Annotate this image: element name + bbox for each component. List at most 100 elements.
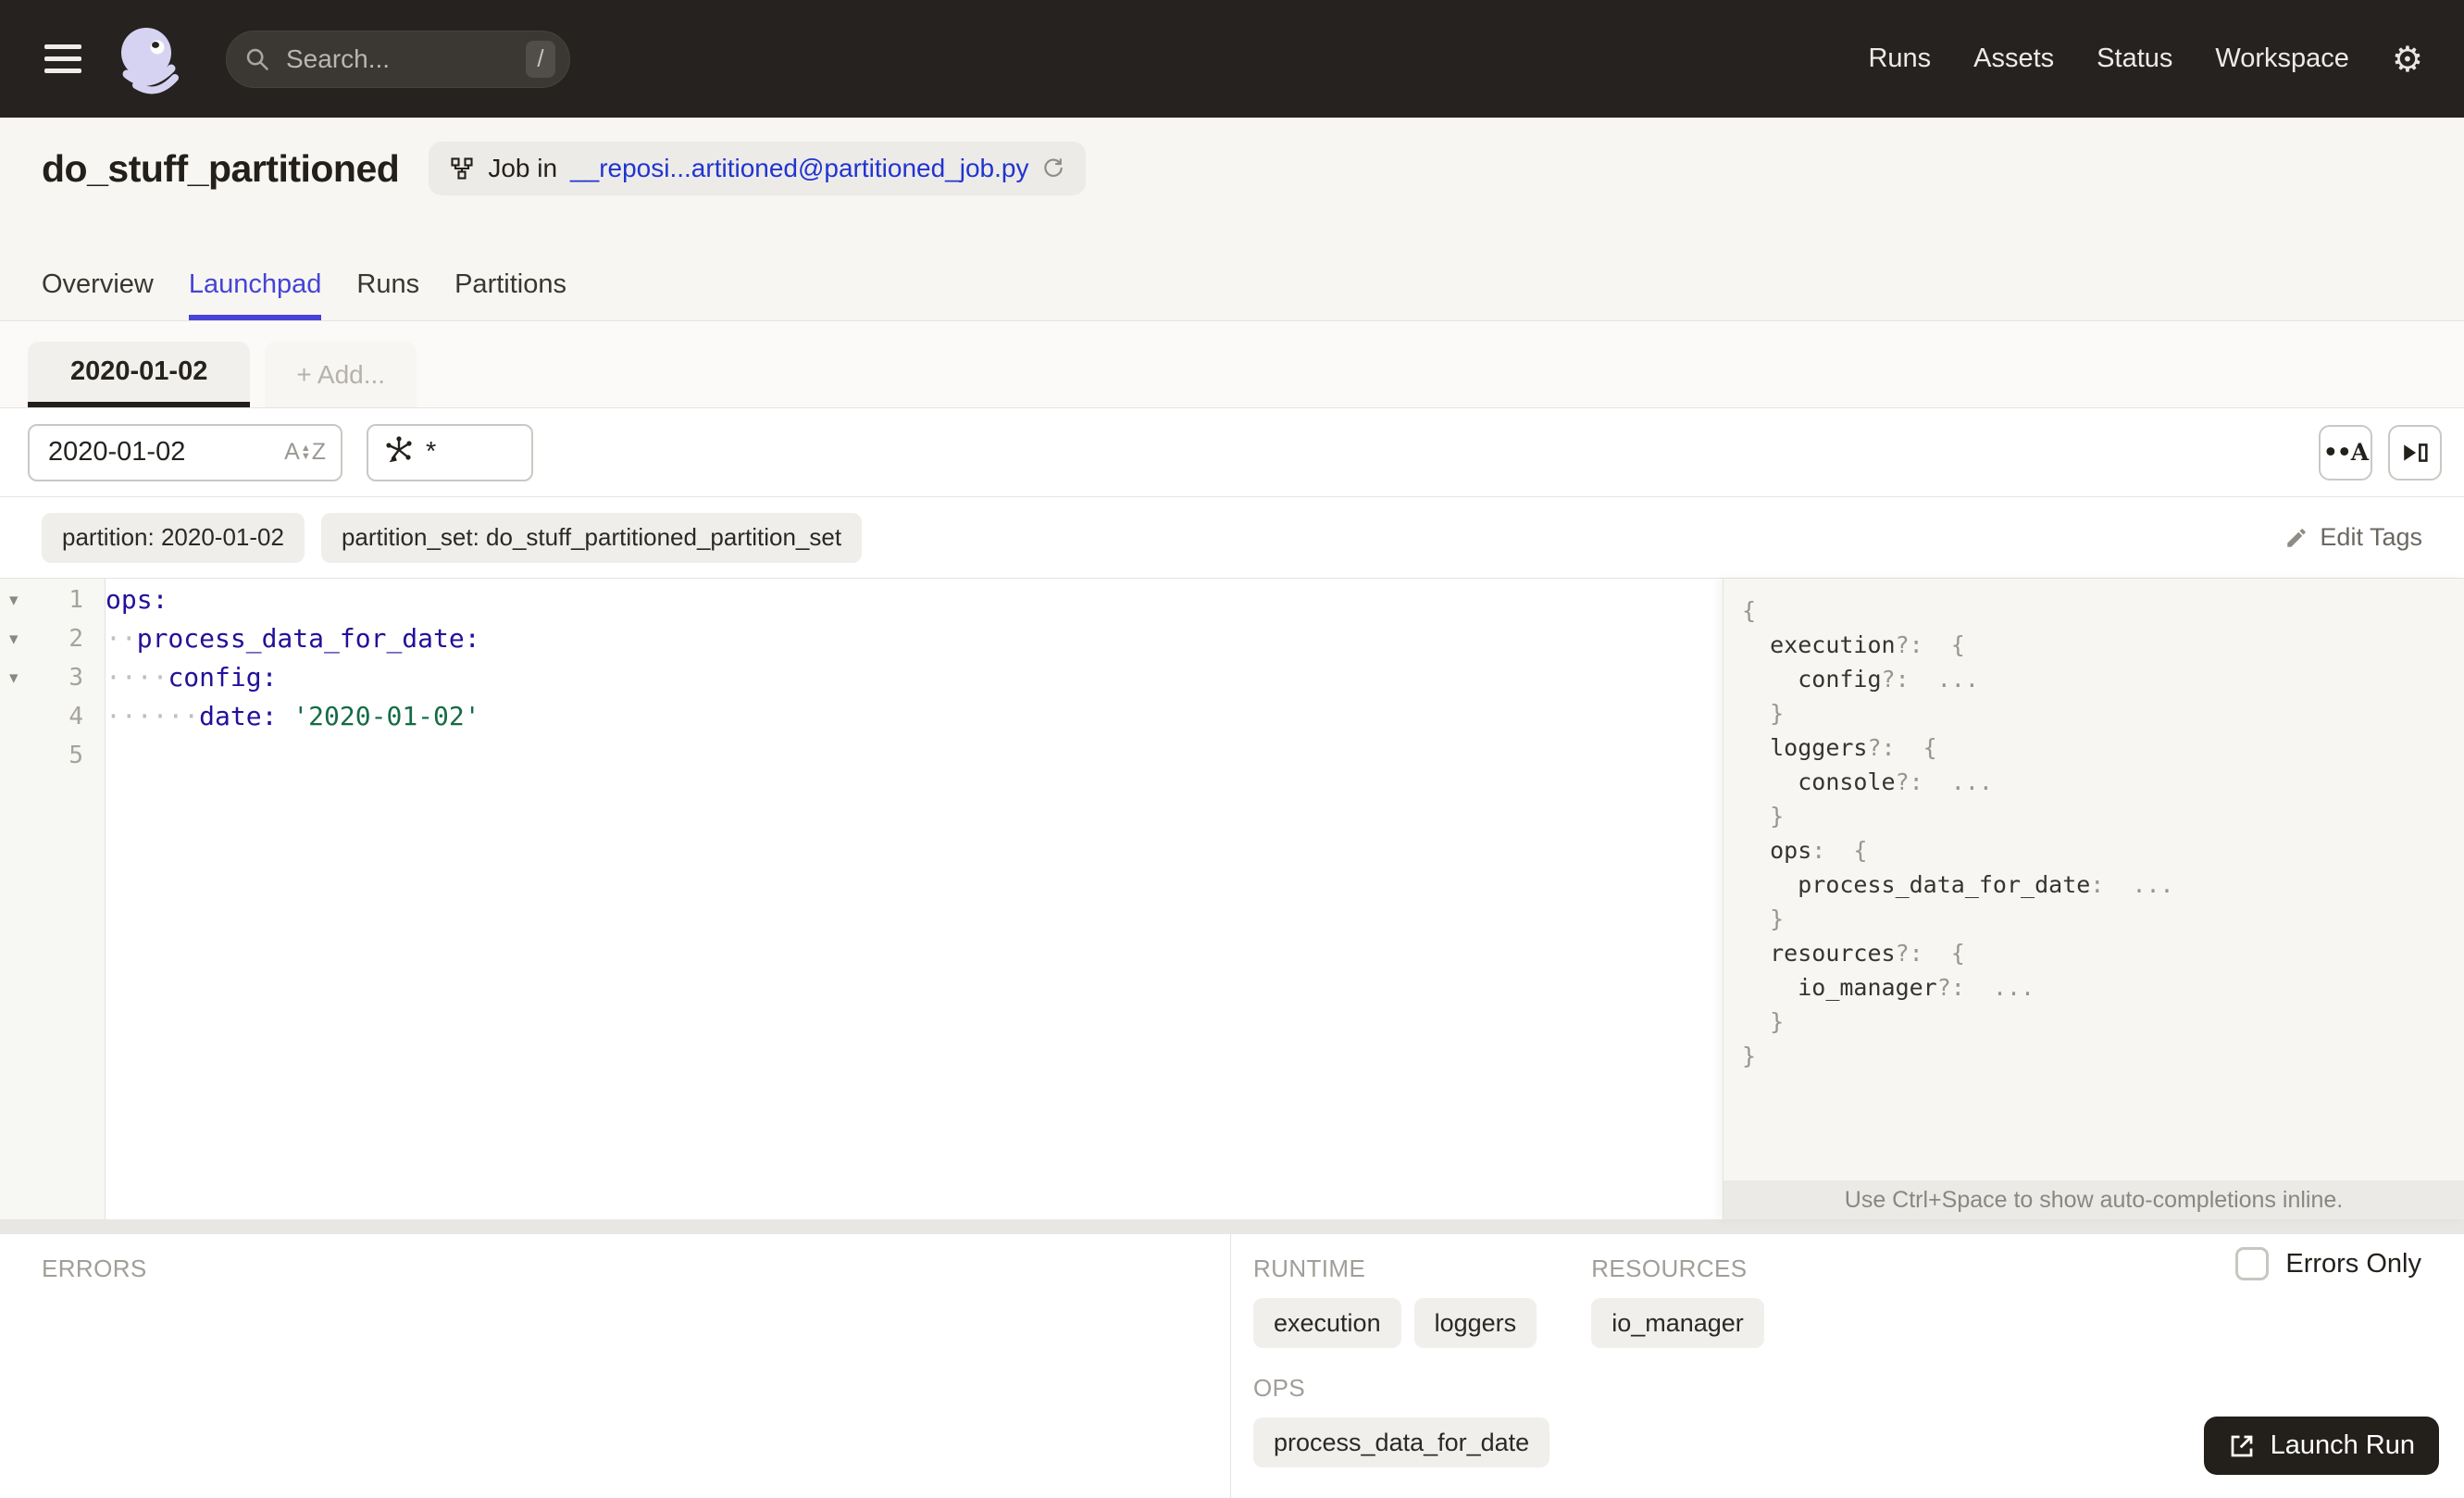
errors-section: ERRORS bbox=[0, 1234, 1231, 1498]
partition-select-input[interactable] bbox=[30, 437, 285, 468]
job-badge-prefix: Job in bbox=[488, 154, 558, 182]
op-selection-icon bbox=[383, 434, 415, 470]
yaml-editor[interactable]: ▾ 1 ops: ▾ 2 ··process_data_for_date: ▾ 3 ····co… bbox=[0, 579, 1723, 1219]
config-scope-chip[interactable]: execution bbox=[1253, 1298, 1401, 1348]
code-line: ······date: '2020-01-02' bbox=[106, 701, 480, 731]
launchpad-session-tabs: 2020-01-02 + Add... bbox=[0, 321, 2464, 408]
slash-shortcut-badge: / bbox=[526, 40, 555, 78]
tags-row: partition: 2020-01-02 partition_set: do_… bbox=[0, 497, 2464, 579]
schema-line: execution?: { bbox=[1770, 631, 1965, 658]
code-line: ····config: bbox=[106, 662, 278, 693]
schema-line: } bbox=[1742, 1042, 1757, 1069]
toggle-whitespace-button[interactable]: ••A bbox=[2319, 424, 2372, 481]
editor-line[interactable]: 5 bbox=[0, 736, 1723, 775]
line-number: 3 bbox=[68, 664, 83, 692]
ops-label: OPS bbox=[1253, 1374, 1306, 1402]
code-line: ··process_data_for_date: bbox=[106, 623, 480, 654]
search-icon bbox=[244, 46, 270, 77]
config-scope-chip[interactable]: io_manager bbox=[1591, 1298, 1764, 1348]
editor-line[interactable]: ▾ 1 ops: bbox=[0, 580, 1723, 619]
schema-line: resources?: { bbox=[1770, 940, 1965, 967]
schema-line: loggers?: { bbox=[1770, 734, 1937, 761]
launchpad-toolbar: A▲▼Z ••A bbox=[0, 408, 2464, 497]
job-tabs: Overview Launchpad Runs Partitions bbox=[0, 269, 2464, 320]
runtime-ops-column: RUNTIME execution loggers OPS process_dat… bbox=[1253, 1255, 1550, 1498]
schema-line: ops: { bbox=[1770, 837, 1868, 864]
launch-run-button[interactable]: Launch Run bbox=[2203, 1417, 2439, 1475]
nav-link-status[interactable]: Status bbox=[2097, 44, 2172, 74]
panel-splitter[interactable] bbox=[0, 1219, 2464, 1234]
scaffold-missing-config-button[interactable] bbox=[2388, 424, 2442, 481]
config-scope-chip[interactable]: process_data_for_date bbox=[1253, 1417, 1550, 1467]
job-origin-badge: Job in __reposi...artitioned@partitioned… bbox=[429, 142, 1087, 195]
schema-line: console?: ... bbox=[1798, 768, 1993, 795]
runtime-label: RUNTIME bbox=[1253, 1255, 1366, 1282]
tab-launchpad[interactable]: Launchpad bbox=[188, 269, 322, 320]
editor-lines: ▾ 1 ops: ▾ 2 ··process_data_for_date: ▾ 3 ····co… bbox=[0, 579, 1723, 775]
op-selection-filter[interactable] bbox=[367, 423, 533, 481]
errors-only-checkbox[interactable] bbox=[2235, 1247, 2270, 1280]
config-scope-chip[interactable]: loggers bbox=[1413, 1298, 1537, 1348]
autocomplete-hint: Use Ctrl+Space to show auto-completions … bbox=[1724, 1180, 2464, 1219]
tab-overview[interactable]: Overview bbox=[42, 269, 154, 320]
scaffold-icon bbox=[2404, 443, 2428, 462]
tab-runs[interactable]: Runs bbox=[356, 269, 419, 320]
reload-icon[interactable] bbox=[1041, 156, 1065, 181]
ops-chips: process_data_for_date bbox=[1253, 1417, 1550, 1467]
resources-column: RESOURCES io_manager bbox=[1591, 1255, 1764, 1498]
tab-partitions[interactable]: Partitions bbox=[454, 269, 566, 320]
fold-arrow-icon[interactable]: ▾ bbox=[0, 668, 37, 689]
op-selection-input[interactable] bbox=[415, 437, 479, 468]
config-editor-area: ▾ 1 ops: ▾ 2 ··process_data_for_date: ▾ 3 ····co… bbox=[0, 579, 2464, 1219]
bottom-panel: ERRORS RUNTIME execution loggers OPS proc… bbox=[0, 1234, 2464, 1498]
resources-chips: io_manager bbox=[1591, 1298, 1764, 1348]
nav-link-workspace[interactable]: Workspace bbox=[2215, 44, 2349, 74]
pencil-icon bbox=[2287, 528, 2307, 547]
errors-label: ERRORS bbox=[42, 1255, 147, 1282]
schema-line: { bbox=[1742, 597, 1757, 624]
session-tab-active[interactable]: 2020-01-02 bbox=[28, 342, 251, 407]
line-number: 4 bbox=[68, 703, 83, 730]
schema-line: } bbox=[1770, 1008, 1785, 1035]
settings-gear-icon[interactable]: ⚙ bbox=[2392, 42, 2423, 77]
launch-run-label: Launch Run bbox=[2270, 1430, 2415, 1460]
job-file-link[interactable]: __reposi...artitioned@partitioned_job.py bbox=[570, 154, 1028, 183]
partition-selector[interactable]: A▲▼Z bbox=[28, 423, 342, 481]
nav-link-assets[interactable]: Assets bbox=[1973, 44, 2054, 74]
menu-icon[interactable] bbox=[41, 39, 85, 79]
line-number: 5 bbox=[68, 742, 83, 769]
whitespace-icon: ••A bbox=[2322, 439, 2369, 466]
partition-tag: partition: 2020-01-02 bbox=[42, 512, 305, 563]
fold-arrow-icon[interactable]: ▾ bbox=[0, 590, 37, 611]
sort-alpha-icon: A ▲ ▼ Z bbox=[284, 439, 326, 465]
external-link-icon bbox=[2231, 1435, 2252, 1456]
errors-only-toggle: Errors Only bbox=[2235, 1247, 2421, 1280]
schema-line: process_data_for_date: ... bbox=[1798, 871, 2174, 898]
partition-set-tag: partition_set: do_stuff_partitioned_part… bbox=[320, 512, 863, 563]
page-title: do_stuff_partitioned bbox=[42, 146, 400, 190]
errors-only-label: Errors Only bbox=[2285, 1248, 2421, 1279]
global-search: / bbox=[226, 30, 570, 88]
editor-line[interactable]: 4 ······date: '2020-01-02' bbox=[0, 697, 1723, 736]
editor-line[interactable]: ▾ 2 ··process_data_for_date: bbox=[0, 619, 1723, 658]
top-navbar: / Runs Assets Status Workspace ⚙ bbox=[0, 0, 2464, 118]
edit-tags-button[interactable]: Edit Tags bbox=[2284, 523, 2422, 552]
line-number: 2 bbox=[68, 625, 83, 653]
schema-line: } bbox=[1770, 803, 1785, 830]
octopus-icon bbox=[121, 27, 179, 94]
schema-line: io_manager?: ... bbox=[1798, 974, 2035, 1001]
line-number: 1 bbox=[68, 586, 83, 614]
search-input[interactable] bbox=[226, 30, 570, 88]
schema-line: } bbox=[1770, 905, 1785, 932]
nav-link-runs[interactable]: Runs bbox=[1868, 44, 1931, 74]
schema-line: config?: ... bbox=[1798, 666, 1979, 693]
editor-line[interactable]: ▾ 3 ····config: bbox=[0, 658, 1723, 697]
add-session-tab[interactable]: + Add... bbox=[265, 342, 417, 407]
resources-label: RESOURCES bbox=[1591, 1255, 1748, 1282]
schema-line: } bbox=[1770, 700, 1785, 727]
config-schema-panel: { execution?: { config?: ... } loggers?:… bbox=[1723, 579, 2464, 1219]
code-line: ops: bbox=[106, 584, 168, 615]
edit-tags-label: Edit Tags bbox=[2320, 523, 2422, 551]
fold-arrow-icon[interactable]: ▾ bbox=[0, 629, 37, 650]
dagster-logo[interactable] bbox=[113, 22, 187, 96]
